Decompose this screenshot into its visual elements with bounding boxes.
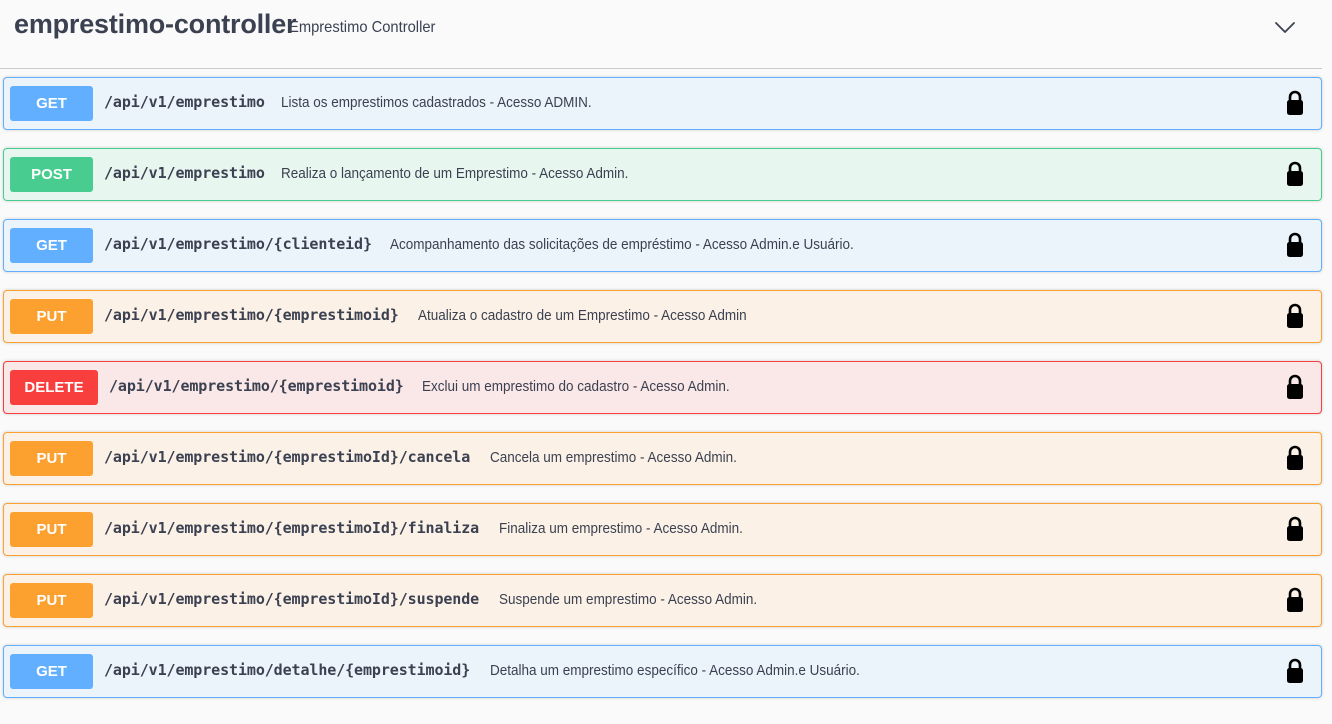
- lock-icon[interactable]: [1285, 161, 1305, 187]
- method-badge: GET: [10, 86, 93, 121]
- method-badge: PUT: [10, 441, 93, 476]
- operation-summary: Atualiza o cadastro de um Emprestimo - A…: [418, 307, 747, 324]
- method-badge: GET: [10, 654, 93, 689]
- operation-path: /api/v1/emprestimo/detalhe/{emprestimoid…: [104, 661, 471, 679]
- lock-icon[interactable]: [1285, 516, 1305, 542]
- operation-summary: Detalha um emprestimo específico - Acess…: [490, 662, 860, 679]
- operation-path: /api/v1/emprestimo/{emprestimoId}/suspen…: [104, 590, 480, 608]
- method-badge: POST: [10, 157, 93, 192]
- operation-summary: Suspende um emprestimo - Acesso Admin.: [499, 591, 758, 608]
- operation-path: /api/v1/emprestimo: [104, 164, 265, 182]
- method-badge: GET: [10, 228, 93, 263]
- operation-path: /api/v1/emprestimo/{emprestimoId}/finali…: [104, 519, 480, 537]
- swagger-ui: emprestimo-controller Emprestimo Control…: [0, 0, 1332, 724]
- operation-put-emprestimo-emprestimoid[interactable]: PUT /api/v1/emprestimo/{emprestimoid} At…: [3, 290, 1322, 343]
- operation-put-emprestimo-cancela[interactable]: PUT /api/v1/emprestimo/{emprestimoId}/ca…: [3, 432, 1322, 485]
- tag-description: Emprestimo Controller: [289, 19, 436, 36]
- lock-icon[interactable]: [1285, 90, 1305, 116]
- operation-summary: Exclui um emprestimo do cadastro - Acess…: [422, 378, 730, 395]
- operation-summary: Realiza o lançamento de um Emprestimo - …: [281, 165, 629, 182]
- operation-post-emprestimo[interactable]: POST /api/v1/emprestimo Realiza o lançam…: [3, 148, 1322, 201]
- operation-summary: Cancela um emprestimo - Acesso Admin.: [490, 449, 737, 466]
- lock-icon[interactable]: [1285, 232, 1305, 258]
- operation-delete-emprestimo-emprestimoid[interactable]: DELETE /api/v1/emprestimo/{emprestimoid}…: [3, 361, 1322, 414]
- tag-section-header[interactable]: emprestimo-controller Emprestimo Control…: [0, 0, 1322, 69]
- method-badge: PUT: [10, 583, 93, 618]
- operation-put-emprestimo-suspende[interactable]: PUT /api/v1/emprestimo/{emprestimoId}/su…: [3, 574, 1322, 627]
- tag-name: emprestimo-controller: [14, 9, 297, 39]
- method-badge: PUT: [10, 512, 93, 547]
- operation-path: /api/v1/emprestimo/{emprestimoid}: [109, 377, 404, 395]
- operation-get-emprestimo[interactable]: GET /api/v1/emprestimo Lista os empresti…: [3, 77, 1322, 130]
- operation-get-emprestimo-detalhe[interactable]: GET /api/v1/emprestimo/detalhe/{empresti…: [3, 645, 1322, 698]
- lock-icon[interactable]: [1285, 445, 1305, 471]
- operation-path: /api/v1/emprestimo: [104, 93, 265, 111]
- operation-summary: Lista os emprestimos cadastrados - Acess…: [281, 94, 592, 111]
- chevron-down-icon[interactable]: [1273, 15, 1297, 39]
- lock-icon[interactable]: [1285, 374, 1305, 400]
- operation-summary: Finaliza um emprestimo - Acesso Admin.: [499, 520, 743, 537]
- operation-path: /api/v1/emprestimo/{clienteid}: [104, 235, 372, 253]
- operation-get-emprestimo-clienteid[interactable]: GET /api/v1/emprestimo/{clienteid} Acomp…: [3, 219, 1322, 272]
- method-badge: PUT: [10, 299, 93, 334]
- operation-put-emprestimo-finaliza[interactable]: PUT /api/v1/emprestimo/{emprestimoId}/fi…: [3, 503, 1322, 556]
- lock-icon[interactable]: [1285, 658, 1305, 684]
- method-badge: DELETE: [10, 370, 98, 405]
- lock-icon[interactable]: [1285, 587, 1305, 613]
- operation-summary: Acompanhamento das solicitações de empré…: [390, 236, 854, 253]
- lock-icon[interactable]: [1285, 303, 1305, 329]
- operation-path: /api/v1/emprestimo/{emprestimoid}: [104, 306, 399, 324]
- operation-path: /api/v1/emprestimo/{emprestimoId}/cancel…: [104, 448, 471, 466]
